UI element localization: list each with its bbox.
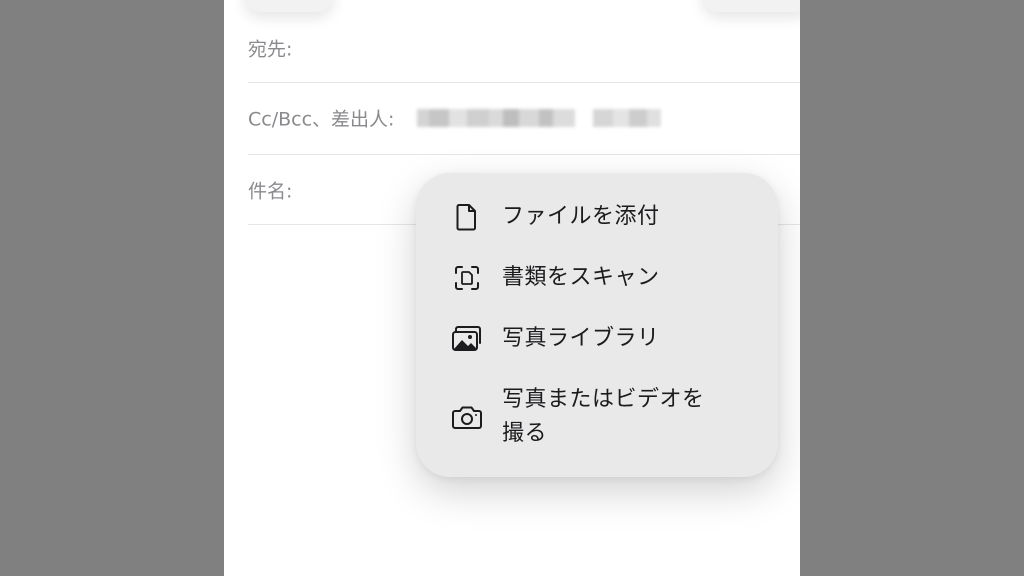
to-field[interactable]: 宛先: <box>248 12 800 84</box>
attachment-menu: ファイルを添付 書類をスキャン 写真ライブラリ 写真またはビデオを 撮る <box>416 173 778 477</box>
menu-item-take-photo-video[interactable]: 写真またはビデオを 撮る <box>416 381 778 453</box>
subject-label: 件名: <box>248 180 293 203</box>
menu-item-label: 書類をスキャン <box>502 265 660 290</box>
camera-icon <box>450 400 484 434</box>
menu-item-label-line1: 写真またはビデオを <box>502 387 705 412</box>
menu-item-label: 写真またはビデオを 撮る <box>502 383 705 451</box>
scan-document-icon <box>450 261 484 295</box>
photo-library-icon <box>450 322 484 356</box>
menu-item-label: 写真ライブラリ <box>502 326 660 351</box>
document-icon <box>450 200 484 234</box>
cancel-button[interactable] <box>244 0 334 12</box>
mail-compose-sheet: 宛先: Cc/Bcc、差出人: 件名: ファイルを添付 書類をスキャン 写真ライ… <box>224 0 800 576</box>
menu-item-scan-document[interactable]: 書類をスキャン <box>416 260 778 296</box>
menu-item-label-line2: 撮る <box>502 421 548 446</box>
cc-bcc-from-label: Cc/Bcc、差出人: <box>248 108 395 131</box>
menu-item-photo-library[interactable]: 写真ライブラリ <box>416 321 778 357</box>
menu-item-label: ファイルを添付 <box>502 204 660 229</box>
send-button[interactable] <box>702 0 800 12</box>
menu-item-attach-file[interactable]: ファイルを添付 <box>416 199 778 235</box>
sender-address-redacted <box>417 102 661 134</box>
to-label: 宛先: <box>248 38 293 61</box>
